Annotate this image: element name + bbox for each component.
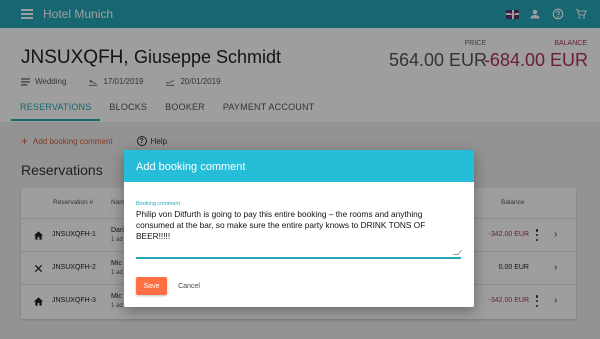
textarea-underline — [136, 257, 461, 259]
add-booking-comment-dialog: Add booking comment Booking comment Phil… — [124, 150, 474, 307]
cancel-button[interactable]: Cancel — [174, 277, 204, 295]
booking-comment-label: Booking comment — [136, 201, 181, 207]
save-button[interactable]: Save — [136, 277, 167, 295]
resize-handle-icon[interactable] — [452, 250, 463, 255]
booking-comment-textarea[interactable]: Philip von Ditfurth is going to pay this… — [136, 209, 461, 242]
dialog-title: Add booking comment — [124, 150, 474, 182]
